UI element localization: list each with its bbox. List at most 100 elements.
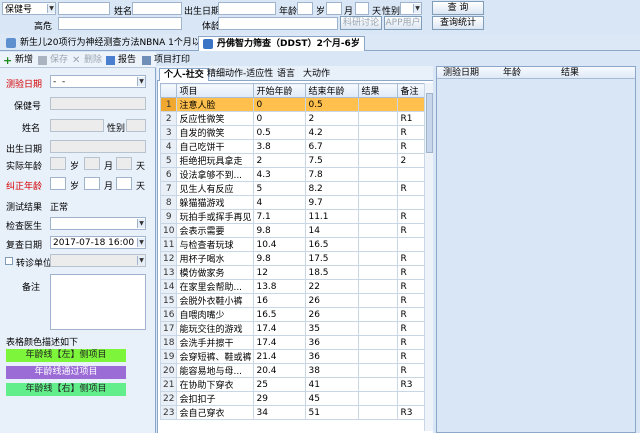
history-col-age[interactable]: 年龄 <box>503 67 521 79</box>
search-exam-input[interactable] <box>218 17 338 30</box>
table-cell[interactable]: 会脱外衣鞋小裤 <box>176 293 255 308</box>
research-button[interactable]: 科研讨论 <box>340 16 382 30</box>
table-cell[interactable]: 3.8 <box>253 139 307 154</box>
search-field-value[interactable] <box>58 2 110 15</box>
add-button[interactable]: + 新增 <box>3 54 33 66</box>
table-cell[interactable] <box>358 167 399 182</box>
table-cell[interactable] <box>358 195 399 210</box>
name-input[interactable] <box>50 119 104 132</box>
table-cell[interactable] <box>358 237 399 252</box>
table-cell[interactable]: 35 <box>305 321 360 336</box>
table-cell[interactable]: 会表示需要 <box>176 223 255 238</box>
column-header[interactable]: 项目 <box>176 83 255 98</box>
recheck-date-input[interactable] <box>50 236 146 249</box>
table-cell[interactable]: 6.7 <box>305 139 360 154</box>
table-row[interactable]: 19 会穿短裤、鞋或裤 21.4 36 R <box>159 349 431 364</box>
table-row[interactable]: 17 能玩交往的游戏 17.4 35 R <box>159 321 431 336</box>
table-cell[interactable]: 22 <box>305 279 360 294</box>
table-cell[interactable]: 12 <box>253 265 307 280</box>
table-cell[interactable] <box>358 209 399 224</box>
table-cell[interactable] <box>358 293 399 308</box>
table-cell[interactable]: 10.4 <box>253 237 307 252</box>
table-row[interactable]: 10 会表示需要 9.8 14 R <box>159 223 431 238</box>
table-cell[interactable] <box>358 307 399 322</box>
table-cell[interactable] <box>358 363 399 378</box>
table-row[interactable]: 20 能容易地与母... 20.4 38 R <box>159 363 431 378</box>
history-col-result[interactable]: 结果 <box>561 67 579 79</box>
calendar-dropdown-icon[interactable]: ▼ <box>137 77 145 86</box>
table-cell[interactable]: 4.3 <box>253 167 307 182</box>
table-row[interactable]: 23 会自己穿衣 34 51 R3 <box>159 405 431 420</box>
health-no-input[interactable] <box>50 97 146 110</box>
table-cell[interactable]: 21.4 <box>253 349 307 364</box>
table-cell[interactable]: 见生人有反应 <box>176 181 255 196</box>
table-cell[interactable]: 0 <box>253 97 307 112</box>
sex-input[interactable] <box>126 119 146 132</box>
subtab-fine-motor[interactable]: 精细动作-适应性 <box>203 68 277 81</box>
table-cell[interactable]: 13.8 <box>253 279 307 294</box>
report-button[interactable]: 报告 <box>106 54 136 66</box>
table-cell[interactable]: 41 <box>305 377 360 392</box>
table-cell[interactable] <box>358 279 399 294</box>
table-cell[interactable]: 在协助下穿衣 <box>176 377 255 392</box>
table-cell[interactable]: 7.8 <box>305 167 360 182</box>
chevron-down-icon[interactable]: ▼ <box>47 4 55 13</box>
table-cell[interactable]: 17.4 <box>253 335 307 350</box>
table-row[interactable]: 4 自己吃饼干 3.8 6.7 R <box>159 139 431 154</box>
table-cell[interactable]: 4 <box>253 195 307 210</box>
table-row[interactable]: 14 在家里会帮助... 13.8 22 R <box>159 279 431 294</box>
birth-date-input[interactable] <box>50 140 146 153</box>
table-cell[interactable]: 自喂肉嘴少 <box>176 307 255 322</box>
actual-age-month[interactable] <box>84 157 100 170</box>
table-cell[interactable]: 26 <box>305 293 360 308</box>
table-cell[interactable] <box>358 405 399 420</box>
table-cell[interactable]: 29 <box>253 391 307 406</box>
table-row[interactable]: 15 会脱外衣鞋小裤 16 26 R <box>159 293 431 308</box>
table-cell[interactable]: 7.1 <box>253 209 307 224</box>
table-cell[interactable]: 自发的微笑 <box>176 125 255 140</box>
history-col-date[interactable]: 测验日期 <box>443 67 479 79</box>
table-cell[interactable]: 8.2 <box>305 181 360 196</box>
table-cell[interactable] <box>358 125 399 140</box>
table-cell[interactable]: 20.4 <box>253 363 307 378</box>
transfer-checkbox[interactable] <box>5 257 13 265</box>
table-cell[interactable]: 与检查者玩球 <box>176 237 255 252</box>
table-cell[interactable]: 自己吃饼干 <box>176 139 255 154</box>
table-row[interactable]: 5 拒绝把玩具拿走 2 7.5 2 <box>159 153 431 168</box>
table-cell[interactable] <box>358 335 399 350</box>
search-age-day[interactable] <box>355 2 369 15</box>
table-cell[interactable]: 11.1 <box>305 209 360 224</box>
table-row[interactable]: 13 模仿做家务 12 18.5 R <box>159 265 431 280</box>
table-row[interactable]: 22 会扣扣子 29 45 <box>159 391 431 406</box>
table-cell[interactable]: 9.8 <box>253 251 307 266</box>
table-cell[interactable]: 18.5 <box>305 265 360 280</box>
table-cell[interactable]: 45 <box>305 391 360 406</box>
grid-scrollbar[interactable] <box>424 83 433 431</box>
table-cell[interactable]: 会穿短裤、鞋或裤 <box>176 349 255 364</box>
corrected-age-day[interactable] <box>116 177 132 190</box>
table-cell[interactable] <box>358 111 399 126</box>
table-cell[interactable]: 用杯子喝水 <box>176 251 255 266</box>
table-row[interactable]: 11 与检查者玩球 10.4 16.5 <box>159 237 431 252</box>
query-button[interactable]: 查 询 <box>432 1 484 15</box>
test-date-input[interactable] <box>50 75 146 88</box>
table-cell[interactable]: 16.5 <box>253 307 307 322</box>
tab-ddst[interactable]: 丹佛智力筛查（DDST）2个月-6岁 <box>198 36 365 51</box>
table-row[interactable]: 9 玩拍手或挥手再见 7.1 11.1 R <box>159 209 431 224</box>
table-cell[interactable]: 4.2 <box>305 125 360 140</box>
table-row[interactable]: 2 反应性微笑 0 2 R1 <box>159 111 431 126</box>
actual-age-year[interactable] <box>50 157 66 170</box>
column-header[interactable]: 开始年龄 <box>253 83 307 98</box>
table-cell[interactable]: 注意人脸 <box>176 97 255 112</box>
table-cell[interactable]: 17.5 <box>305 251 360 266</box>
tab-nbna[interactable]: 新生儿20项行为神经测查方法NBNA 1个月以内 <box>2 36 214 51</box>
table-cell[interactable]: 能容易地与母... <box>176 363 255 378</box>
search-age-year[interactable] <box>297 2 313 15</box>
table-cell[interactable]: 0 <box>253 111 307 126</box>
table-cell[interactable] <box>358 97 399 112</box>
table-cell[interactable]: 模仿做家务 <box>176 265 255 280</box>
table-cell[interactable]: 17.4 <box>253 321 307 336</box>
table-cell[interactable]: 9.8 <box>253 223 307 238</box>
scrollbar-thumb[interactable] <box>426 93 433 153</box>
table-cell[interactable]: 反应性微笑 <box>176 111 255 126</box>
